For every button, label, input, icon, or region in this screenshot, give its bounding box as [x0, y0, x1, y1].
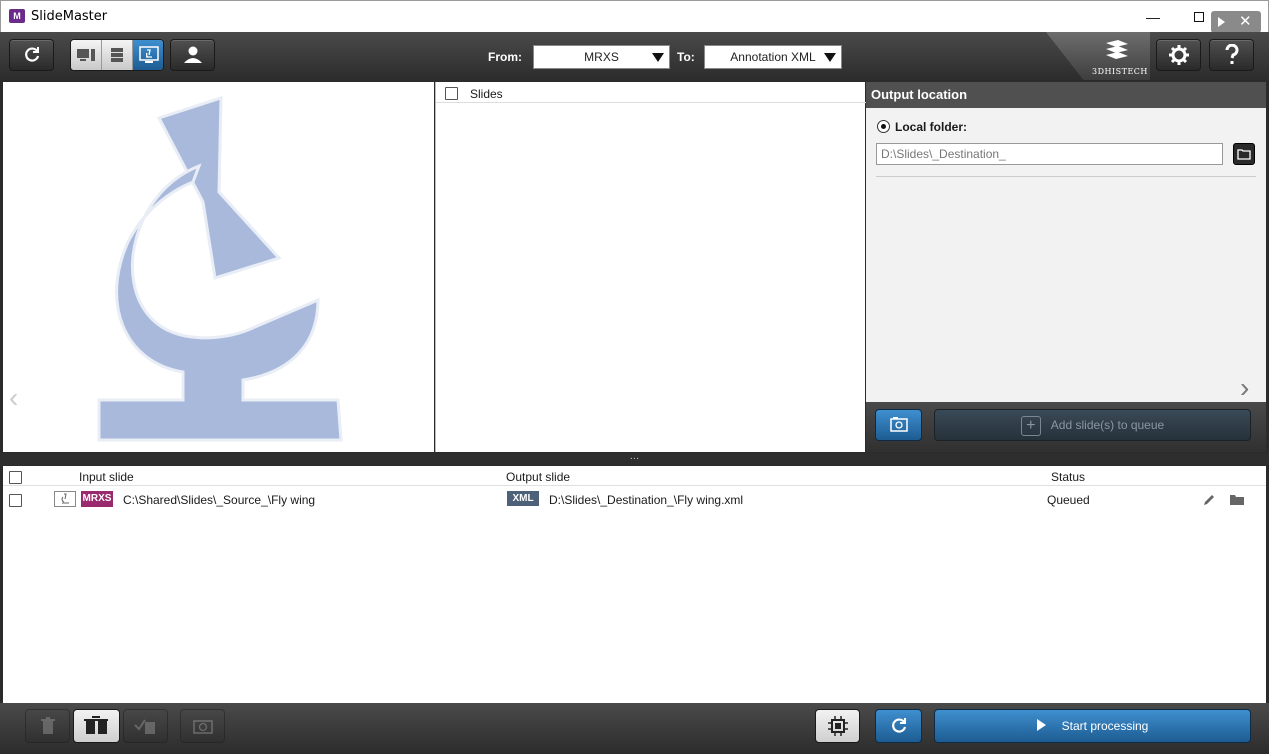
- view-mode-server[interactable]: [102, 40, 133, 70]
- status-column: Status: [1051, 470, 1086, 484]
- chip-icon: [827, 716, 848, 736]
- divider: [876, 176, 1256, 177]
- view-mode-scanner[interactable]: [133, 40, 163, 70]
- slides-list-header: Slides: [436, 82, 866, 103]
- chevron-down-icon: [824, 53, 836, 62]
- mrxs-format-badge: MRXS: [81, 491, 113, 507]
- output-location-panel: Output location Local folder: D:\Slides\…: [866, 82, 1266, 452]
- computer-icon: [77, 49, 95, 61]
- close-icon[interactable]: ✕: [1239, 11, 1252, 33]
- play-icon[interactable]: [1218, 17, 1225, 27]
- xml-format-badge: XML: [507, 491, 539, 506]
- processing-queue: Input slide Output slide Status MRXS C:\…: [3, 466, 1266, 703]
- queue-header: Input slide Output slide Status: [3, 466, 1266, 486]
- brand-logo-icon: [1106, 40, 1128, 59]
- user-button[interactable]: [170, 39, 215, 71]
- server-icon: [111, 48, 123, 62]
- slides-column-label: Slides: [470, 87, 503, 101]
- chevron-down-icon: [652, 53, 664, 62]
- view-mode-computer[interactable]: [71, 40, 102, 70]
- camera-icon: [192, 720, 213, 734]
- app-logo-icon: M: [9, 9, 25, 23]
- input-slide-column: Input slide: [79, 470, 134, 484]
- refresh-button[interactable]: [9, 39, 54, 71]
- refresh-queue-button[interactable]: [875, 709, 922, 743]
- output-location-title: Output location: [866, 82, 1266, 108]
- browse-folder-button[interactable]: [1233, 143, 1255, 165]
- refresh-icon: [24, 47, 39, 62]
- refresh-icon: [891, 718, 906, 733]
- trash-icon: [40, 717, 55, 734]
- settings-button[interactable]: [1156, 39, 1201, 71]
- minimize-button[interactable]: —: [1141, 5, 1165, 29]
- select-all-slides-checkbox[interactable]: [445, 87, 458, 100]
- to-format-select[interactable]: Annotation XML: [704, 45, 842, 69]
- output-panel-footer: + Add slide(s) to queue: [866, 402, 1266, 452]
- camera-icon: [890, 417, 908, 432]
- open-folder-icon[interactable]: [1229, 493, 1245, 507]
- select-all-queue-checkbox[interactable]: [9, 471, 22, 484]
- input-path: C:\Shared\Slides\_Source_\Fly wing: [123, 493, 316, 507]
- add-to-queue-label: Add slide(s) to queue: [1050, 418, 1165, 432]
- to-format-value: Annotation XML: [730, 50, 816, 64]
- help-button[interactable]: [1209, 39, 1254, 71]
- gear-icon: [1168, 45, 1189, 65]
- from-label: From:: [488, 50, 522, 64]
- trash-all-icon: [83, 716, 108, 734]
- table-row[interactable]: MRXS C:\Shared\Slides\_Source_\Fly wing …: [3, 489, 1266, 511]
- output-slide-column: Output slide: [506, 470, 571, 484]
- edit-pencil-icon[interactable]: [1202, 493, 1216, 507]
- user-icon: [183, 46, 202, 63]
- to-label: To:: [677, 50, 695, 64]
- bottom-toolbar: Start processing: [0, 703, 1269, 754]
- maximize-button[interactable]: [1187, 5, 1211, 29]
- snapshot-button[interactable]: [875, 409, 922, 441]
- snapshot-queue-button[interactable]: [180, 709, 225, 743]
- slide-thumbnail-icon: [54, 491, 76, 507]
- output-path: D:\Slides\_Destination_\Fly wing.xml: [549, 493, 744, 507]
- status-text: Queued: [1047, 493, 1090, 507]
- processor-button[interactable]: [815, 709, 860, 743]
- microscope-placeholder-icon: [97, 95, 343, 442]
- brand-name: 3DHISTECH: [1092, 67, 1148, 76]
- overlay-controls: ✕: [1211, 11, 1261, 33]
- local-folder-field[interactable]: D:\Slides\_Destination_: [876, 143, 1223, 165]
- local-folder-radio[interactable]: [877, 120, 890, 133]
- start-processing-label: Start processing: [1061, 719, 1149, 733]
- play-icon: [1036, 719, 1046, 731]
- delete-button[interactable]: [25, 709, 70, 743]
- main-toolbar: From: MRXS To: Annotation XML 3DHISTECH: [0, 32, 1269, 80]
- view-mode-group: [70, 39, 164, 71]
- plus-icon: +: [1020, 415, 1041, 436]
- delete-completed-button[interactable]: [123, 709, 168, 743]
- add-to-queue-button[interactable]: + Add slide(s) to queue: [934, 409, 1251, 441]
- next-slide-icon[interactable]: ›: [1240, 372, 1249, 404]
- from-format-select[interactable]: MRXS: [533, 45, 670, 69]
- previous-slide-icon[interactable]: ‹: [9, 382, 18, 414]
- delete-all-button[interactable]: [73, 709, 120, 743]
- local-folder-label: Local folder:: [895, 120, 968, 134]
- folder-icon: [1237, 149, 1251, 160]
- title-bar: M SlideMaster — ✕: [0, 0, 1269, 33]
- help-icon: [1225, 44, 1238, 64]
- start-processing-button[interactable]: Start processing: [934, 709, 1251, 743]
- from-format-value: MRXS: [584, 50, 619, 64]
- slides-list-panel: Slides: [435, 82, 866, 452]
- window-title: SlideMaster: [31, 9, 108, 24]
- trash-check-icon: [133, 719, 155, 734]
- slide-preview-panel: ‹: [3, 82, 434, 452]
- panel-splitter[interactable]: …: [0, 452, 1269, 465]
- microscope-monitor-icon: [138, 46, 159, 63]
- row-checkbox[interactable]: [9, 494, 22, 507]
